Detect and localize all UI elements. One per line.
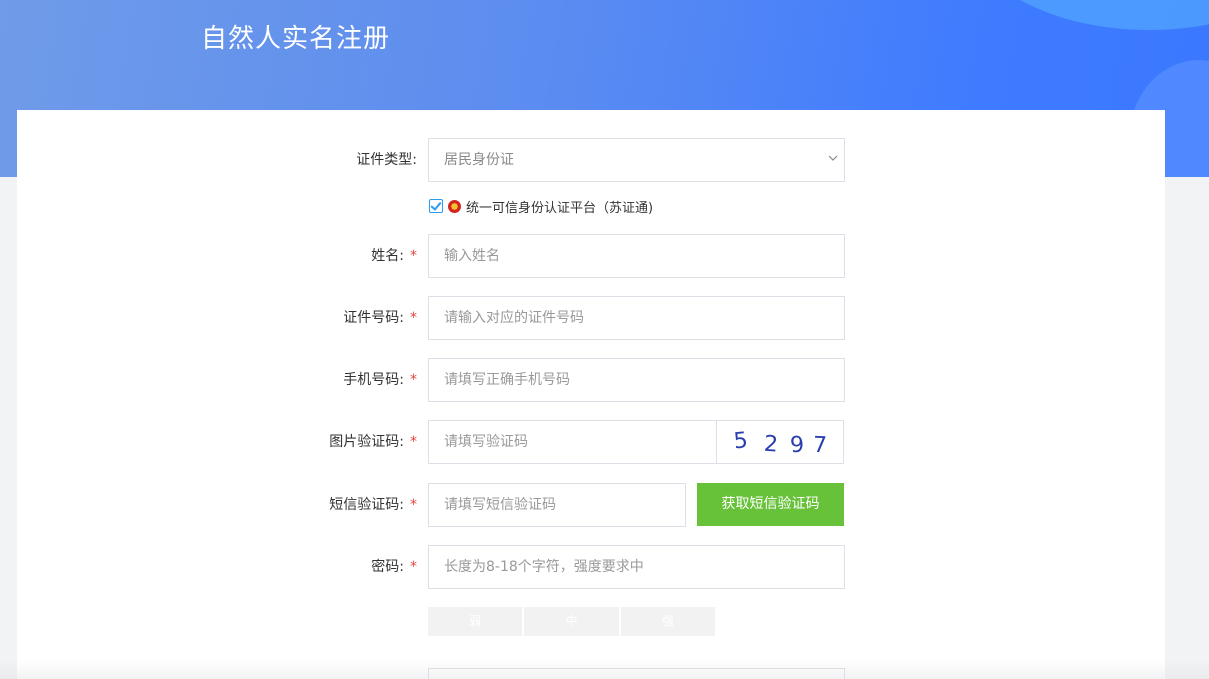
strength-medium: 中 — [524, 607, 621, 636]
svg-text:2: 2 — [763, 432, 779, 458]
required-mark: * — [410, 434, 417, 450]
id-number-label: 证件号码: * — [343, 310, 417, 326]
password-label: 密码: * — [371, 559, 417, 575]
id-type-row: 证件类型: 居民身份证 — [17, 138, 1165, 182]
required-mark: * — [410, 497, 417, 513]
strength-weak: 弱 — [428, 607, 525, 636]
name-input[interactable]: 输入姓名 — [428, 234, 845, 278]
bottom-fade — [0, 660, 1209, 679]
id-number-row: 证件号码: * 请输入对应的证件号码 — [17, 296, 1165, 340]
required-mark: * — [410, 372, 417, 388]
id-type-value: 居民身份证 — [444, 152, 514, 168]
sms-row: 短信验证码: * 请填写短信验证码 获取短信验证码 — [17, 483, 1165, 527]
captcha-label: 图片验证码: * — [329, 434, 417, 450]
required-mark: * — [410, 248, 417, 264]
get-sms-code-button[interactable]: 获取短信验证码 — [697, 483, 844, 526]
strength-strong: 强 — [620, 607, 715, 636]
captcha-image[interactable]: 5 2 9 7 — [716, 421, 843, 463]
required-mark: * — [410, 559, 417, 575]
password-row: 密码: * 长度为8-18个字符，强度要求中 — [17, 545, 1165, 589]
id-number-input[interactable]: 请输入对应的证件号码 — [428, 296, 845, 340]
phone-input[interactable]: 请填写正确手机号码 — [428, 358, 845, 402]
svg-text:5: 5 — [733, 428, 750, 454]
sms-code-input[interactable]: 请填写短信验证码 — [428, 483, 686, 527]
chevron-down-icon — [828, 155, 838, 161]
id-type-label: 证件类型: — [356, 152, 417, 168]
platform-check-label: 统一可信身份认证平台（苏证通) — [466, 200, 654, 216]
name-row: 姓名: * 输入姓名 — [17, 234, 1165, 278]
registration-form-card: 证件类型: 居民身份证 统一可信身份认证平台（苏证通) 姓名: * 输入姓名 证件… — [17, 110, 1165, 679]
sms-label: 短信验证码: * — [329, 497, 417, 513]
national-emblem-icon — [448, 199, 461, 213]
captcha-field: 请填写验证码 5 2 9 7 — [428, 420, 844, 464]
password-strength-meter: 弱 中 强 — [428, 607, 715, 636]
phone-row: 手机号码: * 请填写正确手机号码 — [17, 358, 1165, 402]
platform-checkbox-row[interactable]: 统一可信身份认证平台（苏证通) — [429, 196, 653, 216]
phone-label: 手机号码: * — [343, 372, 417, 388]
svg-text:7: 7 — [812, 433, 827, 458]
decorative-wave — [969, 0, 1209, 30]
password-input[interactable]: 长度为8-18个字符，强度要求中 — [428, 545, 845, 589]
id-type-select[interactable]: 居民身份证 — [428, 138, 845, 182]
page-title: 自然人实名注册 — [201, 24, 391, 54]
required-mark: * — [410, 310, 417, 326]
captcha-input[interactable]: 请填写验证码 — [444, 421, 528, 463]
captcha-row: 图片验证码: * 请填写验证码 5 2 9 7 — [17, 420, 1165, 464]
name-label: 姓名: * — [371, 248, 417, 264]
captcha-digits: 5 2 9 7 — [733, 428, 828, 458]
svg-text:9: 9 — [789, 432, 805, 458]
checkbox-checked-icon[interactable] — [429, 199, 443, 213]
